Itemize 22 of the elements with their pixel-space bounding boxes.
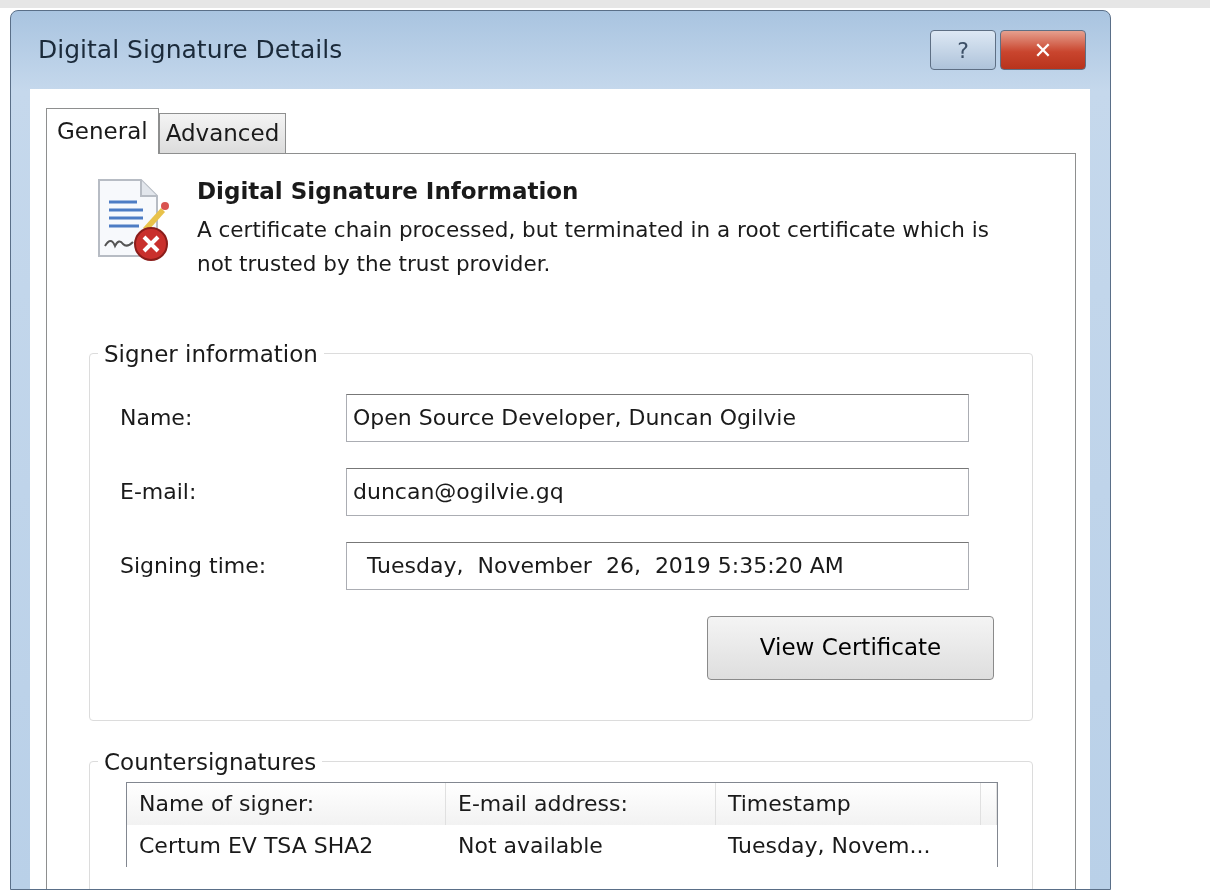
field-label: Name: <box>119 404 194 432</box>
column-header[interactable]: Timestamp <box>716 782 981 825</box>
field-label: E-mail: <box>119 478 198 506</box>
close-button[interactable]: ✕ <box>1000 30 1086 70</box>
table-cell-text: Tuesday, Novem... <box>727 832 932 860</box>
header-filler <box>981 782 997 825</box>
window-title: Digital Signature Details <box>38 34 343 67</box>
read-only-field[interactable]: Tuesday, November 26, 2019 5:35:20 AM <box>346 541 969 590</box>
view-certificate-button[interactable]: View Certificate <box>707 615 994 680</box>
tab[interactable]: General <box>46 108 159 154</box>
tab[interactable]: Advanced <box>158 113 287 153</box>
table-row[interactable]: Certum EV TSA SHA2 Not available Tuesday, Novem... <box>127 824 997 867</box>
column-header[interactable]: E-mail address: <box>446 782 716 825</box>
info-heading: Digital Signature Information <box>197 177 580 206</box>
table-cell-text: Not available <box>457 832 604 860</box>
column-header[interactable]: Name of signer: <box>127 782 446 825</box>
read-only-field[interactable]: duncan@ogilvie.gq <box>346 467 969 516</box>
table-cell-text: Certum EV TSA SHA2 <box>138 832 375 860</box>
field-label: Signing time: <box>119 552 268 580</box>
info-message: A certificate chain processed, but terminated in a root certificate which is not trusted by the trust provider. <box>197 215 990 278</box>
read-only-field[interactable]: Open Source Developer, Duncan Ogilvie <box>346 393 969 442</box>
help-button[interactable]: ? <box>930 30 996 70</box>
